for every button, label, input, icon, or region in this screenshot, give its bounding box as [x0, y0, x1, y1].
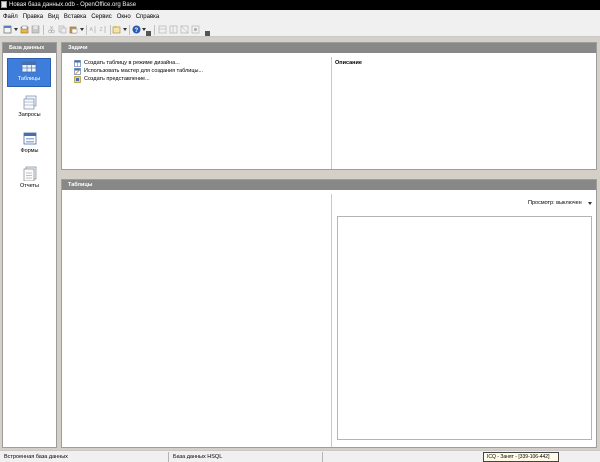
chevron-down-icon[interactable]: [588, 202, 592, 205]
task-create-view[interactable]: Создать представление...: [74, 75, 150, 83]
preview-area: [337, 216, 592, 440]
form-icon[interactable]: [112, 25, 121, 34]
tasks-panel-header: Задачи: [62, 43, 596, 53]
category-tables[interactable]: Таблицы: [7, 58, 51, 87]
task-create-table-design[interactable]: Создать таблицу в режиме дизайна...: [74, 59, 180, 67]
toolbar-extension-icon[interactable]: [146, 31, 151, 36]
new-dropdown-arrow-icon[interactable]: [14, 28, 18, 31]
toolbar-separator: [86, 25, 87, 35]
forms-icon: [21, 131, 39, 146]
toolbar-separator: [129, 25, 130, 35]
category-label: Таблицы: [17, 76, 41, 82]
menu-file[interactable]: Файл: [3, 12, 18, 22]
preview-dropdown[interactable]: Просмотр: выключен: [528, 200, 582, 206]
view4-icon[interactable]: [191, 25, 200, 34]
database-workspace: База данных Таблицы Запросы Формы Отчеты: [0, 37, 600, 450]
toolbar-separator: [154, 25, 155, 35]
standard-toolbar: A Z ?: [0, 23, 600, 37]
menu-help[interactable]: Справка: [136, 12, 160, 22]
task-label: Создать таблицу в режиме дизайна...: [84, 60, 180, 66]
task-label: Использовать мастер для создания таблицы…: [84, 68, 204, 74]
menu-window[interactable]: Окно: [117, 12, 131, 22]
tasks-panel: Задачи Создать таблицу в режиме дизайна.…: [61, 42, 597, 170]
open-icon[interactable]: [20, 25, 29, 34]
form-dropdown-arrow-icon[interactable]: [123, 28, 127, 31]
menu-view[interactable]: Вид: [48, 12, 59, 22]
menu-insert[interactable]: Вставка: [64, 12, 86, 22]
description-label: Описание: [335, 60, 362, 66]
tasks-divider: [331, 57, 332, 169]
paste-dropdown-arrow-icon[interactable]: [80, 28, 84, 31]
database-panel: База данных Таблицы Запросы Формы Отчеты: [2, 42, 57, 448]
toolbar-extension-icon[interactable]: [205, 31, 210, 36]
menu-edit[interactable]: Правка: [23, 12, 43, 22]
app-doc-icon: [1, 1, 7, 8]
new-icon[interactable]: [3, 25, 12, 34]
help-icon[interactable]: ?: [132, 25, 141, 34]
svg-text:Z: Z: [100, 27, 103, 33]
category-queries[interactable]: Запросы: [3, 95, 56, 118]
menu-tools[interactable]: Сервис: [91, 12, 112, 22]
task-table-wizard[interactable]: Использовать мастер для создания таблицы…: [74, 67, 203, 75]
status-divider: [168, 452, 169, 462]
reports-icon: [21, 166, 39, 181]
wizard-icon: [74, 67, 81, 75]
title-bar: Новая база данных.odb - OpenOffice.org B…: [0, 0, 600, 10]
svg-text:?: ?: [135, 28, 139, 34]
task-label: Создать представление...: [84, 76, 150, 82]
save-icon[interactable]: [31, 25, 40, 34]
tables-icon: [20, 59, 38, 74]
menu-bar: Файл Правка Вид Вставка Сервис Окно Спра…: [0, 10, 600, 23]
status-db-type: База данных HSQL: [173, 454, 223, 460]
tables-panel-header: Таблицы: [62, 180, 596, 190]
tables-divider[interactable]: [331, 194, 332, 447]
queries-icon: [21, 95, 39, 110]
database-panel-header: База данных: [3, 43, 56, 53]
window-title: Новая база данных.odb - OpenOffice.org B…: [9, 2, 137, 8]
design-table-icon: [74, 59, 81, 67]
category-forms[interactable]: Формы: [3, 131, 56, 154]
svg-text:A: A: [90, 27, 94, 33]
cut-icon[interactable]: [47, 25, 56, 34]
view2-icon[interactable]: [169, 25, 178, 34]
category-reports[interactable]: Отчеты: [3, 166, 56, 189]
toolbar-separator: [110, 25, 111, 35]
view3-icon[interactable]: [180, 25, 189, 34]
sort-ascending-icon[interactable]: A: [89, 25, 98, 34]
toolbar-separator: [43, 25, 44, 35]
category-label: Запросы: [18, 112, 41, 118]
tables-panel: Таблицы Просмотр: выключен: [61, 179, 597, 448]
paste-icon[interactable]: [69, 25, 78, 34]
copy-icon[interactable]: [58, 25, 67, 34]
sort-descending-icon[interactable]: Z: [99, 25, 108, 34]
status-divider: [322, 452, 323, 462]
status-embedded-db: Встроенная база данных: [4, 454, 68, 460]
create-view-icon: [74, 75, 81, 83]
view-icon[interactable]: [158, 25, 167, 34]
category-label: Формы: [20, 148, 39, 154]
category-label: Отчеты: [19, 183, 39, 189]
icq-status-tooltip: ICQ - Занят - [339-106-442]: [483, 452, 559, 462]
